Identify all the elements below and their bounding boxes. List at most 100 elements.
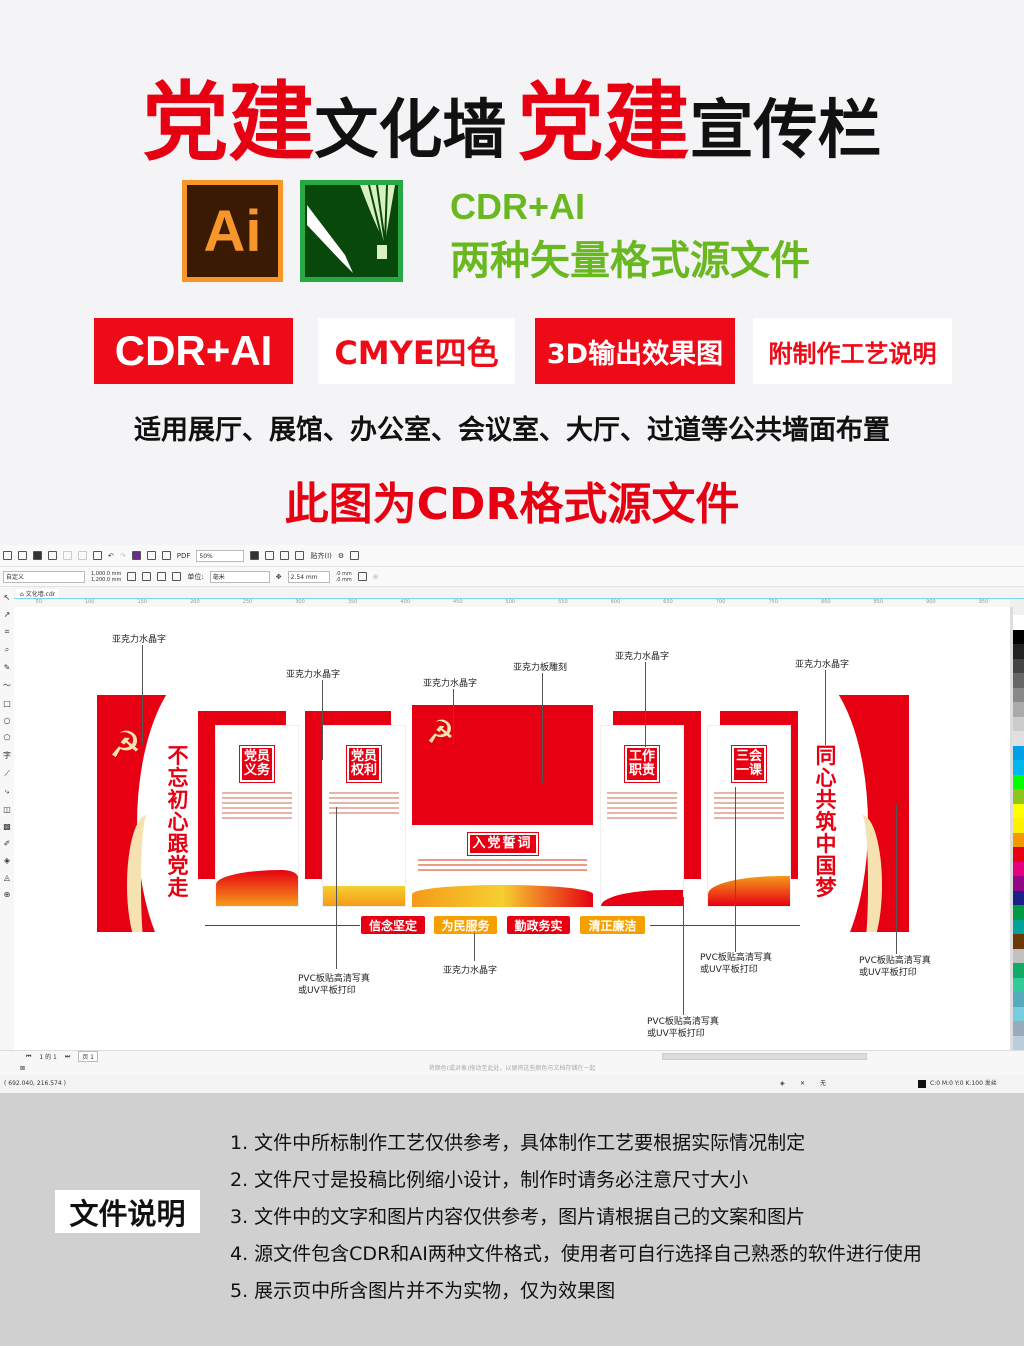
palette-swatch[interactable] — [1013, 702, 1024, 717]
cut-icon[interactable] — [63, 551, 72, 560]
export-icon[interactable] — [161, 551, 171, 560]
palette-swatch[interactable] — [1013, 658, 1024, 673]
palette-swatch[interactable] — [1013, 963, 1024, 978]
undo-icon[interactable]: ↶ — [108, 552, 114, 560]
palette-swatch[interactable] — [1013, 919, 1024, 934]
shape-tool-icon[interactable]: ↗ — [4, 610, 11, 619]
guidelines-icon[interactable] — [295, 551, 305, 560]
polygon-tool-icon[interactable]: ⬠ — [4, 733, 11, 742]
portrait-icon[interactable] — [127, 572, 137, 581]
grid-icon[interactable] — [280, 551, 290, 560]
options-gear-icon[interactable]: ⚙ — [338, 552, 344, 560]
save-icon[interactable] — [33, 551, 42, 560]
drawing-canvas[interactable]: ☭ 不忘初心跟党走 党员义务 党员权利 ☭ 入党誓词 工作职责 三会一课 同心共… — [14, 607, 1010, 1050]
import-icon[interactable] — [146, 551, 156, 560]
freehand-tool-icon[interactable]: ✎ — [4, 663, 11, 672]
page-size-select[interactable]: 自定义 — [3, 570, 85, 583]
app-launcher-icon[interactable] — [350, 551, 360, 560]
last-page-button[interactable]: ⏭ — [65, 1053, 70, 1061]
page-navigator: ⏮ 1 的 1 ⏭ 页 1 — [0, 1050, 1024, 1062]
open-icon[interactable] — [18, 551, 27, 560]
color-palette[interactable] — [1013, 615, 1024, 1050]
zoom-select[interactable]: 50% — [196, 549, 245, 562]
page-height-field[interactable]: 1,200.0 mm — [91, 577, 121, 583]
pick-tool-icon[interactable]: ↖ — [4, 593, 11, 602]
palette-swatch[interactable] — [1013, 948, 1024, 963]
zoom-tool-icon[interactable]: ⌕ — [5, 645, 9, 655]
nudge-field[interactable]: 2.54 mm — [287, 570, 330, 583]
rectangle-tool-icon[interactable]: □ — [3, 699, 11, 708]
annotation-label: PVC板贴高清写真 或UV平板打印 — [298, 973, 370, 997]
quick-customize-icon[interactable]: ⊕ — [373, 573, 379, 581]
fill-tool-icon[interactable]: ◈ — [4, 856, 10, 865]
annotation-label: 亚克力板雕刻 — [513, 663, 568, 673]
print-icon[interactable] — [48, 551, 57, 560]
palette-swatch[interactable] — [1013, 832, 1024, 847]
palette-swatch[interactable] — [1013, 615, 1024, 630]
palette-swatch[interactable] — [1013, 774, 1024, 789]
text-tool-icon[interactable]: 字 — [3, 750, 11, 761]
palette-swatch[interactable] — [1013, 977, 1024, 992]
connector-tool-icon[interactable]: ⤷ — [5, 787, 9, 797]
oath-panel: ☭ 入党誓词 — [412, 705, 593, 907]
artistic-media-icon[interactable]: 〜 — [3, 680, 11, 691]
palette-swatch[interactable] — [1013, 1006, 1024, 1021]
copy-icon[interactable] — [78, 551, 87, 560]
ellipse-tool-icon[interactable]: ○ — [4, 716, 11, 725]
transparency-tool-icon[interactable]: ▩ — [3, 822, 11, 831]
smart-fill-icon[interactable]: ◬ — [4, 873, 10, 882]
redo-icon[interactable]: ↷ — [120, 552, 126, 560]
palette-swatch[interactable] — [1013, 876, 1024, 891]
doc-tab[interactable]: ⌂ 文化墙.cdr — [16, 589, 60, 598]
no-color-icon[interactable]: ⊠ — [20, 1062, 25, 1075]
current-page-icon[interactable] — [172, 572, 182, 581]
duplicate-y-field[interactable]: .0 mm — [336, 577, 352, 583]
palette-swatch[interactable] — [1013, 687, 1024, 702]
palette-swatch[interactable] — [1013, 890, 1024, 905]
ruler-tick: 300 — [295, 599, 305, 605]
snap-menu[interactable]: 贴齐(I) — [310, 551, 332, 561]
page-tab[interactable]: 页 1 — [78, 1051, 98, 1062]
shadow-tool-icon[interactable]: ◫ — [3, 805, 11, 814]
landscape-icon[interactable] — [142, 572, 152, 581]
palette-swatch[interactable] — [1013, 716, 1024, 731]
palette-hint: 将颜色(或对象)拖动至此处，以便将这些颜色与文档存储在一起 — [428, 1065, 596, 1072]
full-screen-icon[interactable] — [250, 551, 260, 560]
horizontal-scrollbar[interactable] — [662, 1053, 867, 1060]
paste-icon[interactable] — [93, 551, 102, 560]
palette-swatch[interactable] — [1013, 731, 1024, 746]
treat-as-filled-icon[interactable] — [357, 572, 367, 581]
ruler-tick: 200 — [190, 599, 200, 605]
palette-swatch[interactable] — [1013, 760, 1024, 775]
palette-swatch[interactable] — [1013, 818, 1024, 833]
pdf-icon[interactable]: PDF — [177, 552, 191, 560]
crop-tool-icon[interactable]: ⌗ — [5, 627, 10, 637]
fill-icon: ◈ — [780, 1080, 785, 1087]
palette-swatch[interactable] — [1013, 905, 1024, 920]
palette-swatch[interactable] — [1013, 673, 1024, 688]
palette-swatch[interactable] — [1013, 629, 1024, 644]
new-icon[interactable] — [3, 551, 12, 560]
palette-swatch[interactable] — [1013, 789, 1024, 804]
palette-swatch[interactable] — [1013, 803, 1024, 818]
units-select[interactable]: 毫米 — [209, 570, 270, 583]
first-page-button[interactable]: ⏮ — [26, 1053, 31, 1061]
panel-work-duties: 工作职责 — [600, 725, 684, 907]
palette-swatch[interactable] — [1013, 1021, 1024, 1036]
palette-swatch[interactable] — [1013, 644, 1024, 659]
eyedropper-icon[interactable]: ✐ — [4, 839, 11, 848]
palette-swatch[interactable] — [1013, 1035, 1024, 1050]
dimension-tool-icon[interactable]: ⟋ — [4, 769, 10, 779]
slogan-badge: 清正廉洁 — [580, 916, 645, 934]
add-tool-icon[interactable]: ⊕ — [4, 890, 11, 899]
all-pages-icon[interactable] — [157, 572, 167, 581]
note-item: 2. 文件尺寸是投稿比例缩小设计，制作时请务必注意尺寸大小 — [230, 1169, 749, 1191]
palette-swatch[interactable] — [1013, 992, 1024, 1007]
palette-swatch[interactable] — [1013, 745, 1024, 760]
rulers-icon[interactable] — [265, 551, 275, 560]
palette-swatch[interactable] — [1013, 934, 1024, 949]
search-content-icon[interactable] — [131, 551, 141, 560]
palette-swatch[interactable] — [1013, 847, 1024, 862]
title-red-1: 党建 — [142, 73, 315, 173]
palette-swatch[interactable] — [1013, 861, 1024, 876]
